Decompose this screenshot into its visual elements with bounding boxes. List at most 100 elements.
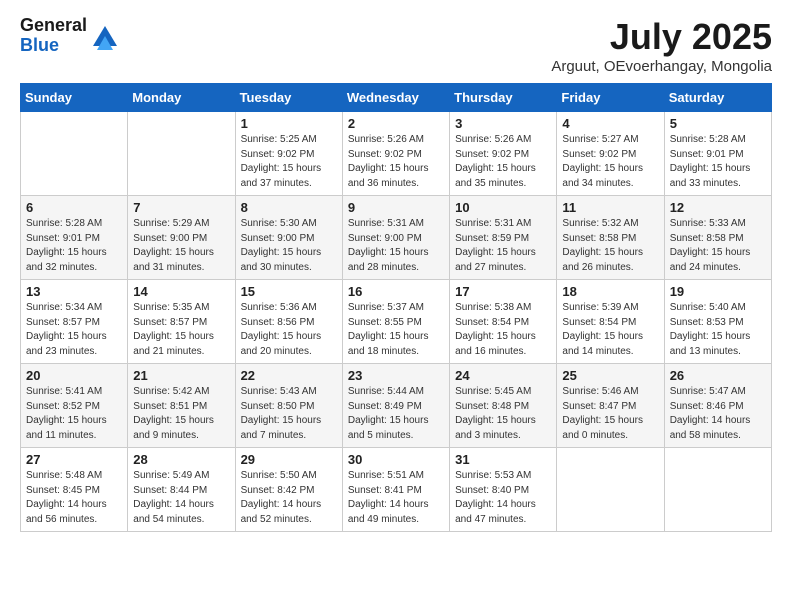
calendar-cell: 2Sunrise: 5:26 AM Sunset: 9:02 PM Daylig… xyxy=(342,112,449,196)
calendar-cell: 20 Sunrise: 5:41 AM Sunset: 8:52 PM Dayli… xyxy=(21,364,128,448)
day-number: 10 xyxy=(455,200,551,215)
logo-general: General xyxy=(20,15,87,35)
day-number: 26 xyxy=(670,368,766,383)
calendar-cell: 21 Sunrise: 5:42 AM Sunset: 8:51 PM Dayli… xyxy=(128,364,235,448)
day-number: 9 xyxy=(348,200,444,215)
day-number: 30 xyxy=(348,452,444,467)
calendar-cell: 7 Sunrise: 5:29 AM Sunset: 9:00 PM Daylig… xyxy=(128,196,235,280)
logo: General Blue xyxy=(20,16,121,56)
day-number: 28 xyxy=(133,452,229,467)
day-number: 23 xyxy=(348,368,444,383)
title-block: July 2025 Arguut, OEvoerhangay, Mongolia xyxy=(551,16,772,75)
day-number: 11 xyxy=(562,200,658,215)
day-number: 3 xyxy=(455,116,551,131)
header-friday: Friday xyxy=(557,84,664,112)
header-tuesday: Tuesday xyxy=(235,84,342,112)
calendar-cell: 6 Sunrise: 5:28 AM Sunset: 9:01 PM Daylig… xyxy=(21,196,128,280)
day-info: Sunrise: 5:46 AM Sunset: 8:47 PM Dayligh… xyxy=(562,385,658,443)
calendar-cell: 31Sunrise: 5:53 AM Sunset: 8:40 PM Dayli… xyxy=(450,448,557,532)
header-monday: Monday xyxy=(128,84,235,112)
calendar-cell: 27 Sunrise: 5:48 AM Sunset: 8:45 PM Dayli… xyxy=(21,448,128,532)
calendar-cell: 29Sunrise: 5:50 AM Sunset: 8:42 PM Dayli… xyxy=(235,448,342,532)
day-info: Sunrise: 5:31 AM Sunset: 8:59 PM Dayligh… xyxy=(455,217,551,275)
header-thursday: Thursday xyxy=(450,84,557,112)
day-info: Sunrise: 5:26 AM Sunset: 9:02 PM Dayligh… xyxy=(348,133,444,191)
calendar-cell: 24Sunrise: 5:45 AM Sunset: 8:48 PM Dayli… xyxy=(450,364,557,448)
day-info: Sunrise: 5:31 AM Sunset: 9:00 PM Dayligh… xyxy=(348,217,444,275)
header-saturday: Saturday xyxy=(664,84,771,112)
calendar-cell: 26 Sunrise: 5:47 AM Sunset: 8:46 PM Dayli… xyxy=(664,364,771,448)
calendar-cell: 4 Sunrise: 5:27 AM Sunset: 9:02 PM Daylig… xyxy=(557,112,664,196)
day-info: Sunrise: 5:44 AM Sunset: 8:49 PM Dayligh… xyxy=(348,385,444,443)
day-info: Sunrise: 5:35 AM Sunset: 8:57 PM Dayligh… xyxy=(133,301,229,359)
day-info: Sunrise: 5:32 AM Sunset: 8:58 PM Dayligh… xyxy=(562,217,658,275)
calendar-cell: 8Sunrise: 5:30 AM Sunset: 9:00 PM Daylig… xyxy=(235,196,342,280)
day-info: Sunrise: 5:51 AM Sunset: 8:41 PM Dayligh… xyxy=(348,469,444,527)
day-info: Sunrise: 5:45 AM Sunset: 8:48 PM Dayligh… xyxy=(455,385,551,443)
day-number: 20 xyxy=(26,368,122,383)
day-number: 19 xyxy=(670,284,766,299)
day-number: 22 xyxy=(241,368,337,383)
calendar-cell: 15 Sunrise: 5:36 AM Sunset: 8:56 PM Dayli… xyxy=(235,280,342,364)
month-title: July 2025 xyxy=(551,16,772,58)
day-info: Sunrise: 5:34 AM Sunset: 8:57 PM Dayligh… xyxy=(26,301,122,359)
day-info: Sunrise: 5:41 AM Sunset: 8:52 PM Dayligh… xyxy=(26,385,122,443)
day-info: Sunrise: 5:27 AM Sunset: 9:02 PM Dayligh… xyxy=(562,133,658,191)
day-info: Sunrise: 5:47 AM Sunset: 8:46 PM Dayligh… xyxy=(670,385,766,443)
calendar-cell: 10 Sunrise: 5:31 AM Sunset: 8:59 PM Dayli… xyxy=(450,196,557,280)
day-info: Sunrise: 5:48 AM Sunset: 8:45 PM Dayligh… xyxy=(26,469,122,527)
day-info: Sunrise: 5:42 AM Sunset: 8:51 PM Dayligh… xyxy=(133,385,229,443)
calendar-table: SundayMondayTuesdayWednesdayThursdayFrid… xyxy=(20,83,772,532)
calendar-cell: 28Sunrise: 5:49 AM Sunset: 8:44 PM Dayli… xyxy=(128,448,235,532)
day-number: 8 xyxy=(241,200,337,215)
calendar-body: 1Sunrise: 5:25 AM Sunset: 9:02 PM Daylig… xyxy=(21,112,772,532)
location-subtitle: Arguut, OEvoerhangay, Mongolia xyxy=(551,58,772,75)
calendar-cell: 22 Sunrise: 5:43 AM Sunset: 8:50 PM Dayli… xyxy=(235,364,342,448)
week-row-5: 27 Sunrise: 5:48 AM Sunset: 8:45 PM Dayli… xyxy=(21,448,772,532)
day-info: Sunrise: 5:50 AM Sunset: 8:42 PM Dayligh… xyxy=(241,469,337,527)
calendar-cell: 9 Sunrise: 5:31 AM Sunset: 9:00 PM Daylig… xyxy=(342,196,449,280)
day-number: 6 xyxy=(26,200,122,215)
calendar-cell: 14 Sunrise: 5:35 AM Sunset: 8:57 PM Dayli… xyxy=(128,280,235,364)
calendar-cell xyxy=(21,112,128,196)
day-info: Sunrise: 5:29 AM Sunset: 9:00 PM Dayligh… xyxy=(133,217,229,275)
day-info: Sunrise: 5:26 AM Sunset: 9:02 PM Dayligh… xyxy=(455,133,551,191)
day-info: Sunrise: 5:40 AM Sunset: 8:53 PM Dayligh… xyxy=(670,301,766,359)
calendar-cell: 12 Sunrise: 5:33 AM Sunset: 8:58 PM Dayli… xyxy=(664,196,771,280)
day-number: 4 xyxy=(562,116,658,131)
logo-blue: Blue xyxy=(20,35,59,55)
calendar-cell: 18 Sunrise: 5:39 AM Sunset: 8:54 PM Dayli… xyxy=(557,280,664,364)
calendar-cell: 1Sunrise: 5:25 AM Sunset: 9:02 PM Daylig… xyxy=(235,112,342,196)
week-row-4: 20 Sunrise: 5:41 AM Sunset: 8:52 PM Dayli… xyxy=(21,364,772,448)
day-number: 17 xyxy=(455,284,551,299)
calendar-cell xyxy=(128,112,235,196)
day-info: Sunrise: 5:53 AM Sunset: 8:40 PM Dayligh… xyxy=(455,469,551,527)
day-info: Sunrise: 5:36 AM Sunset: 8:56 PM Dayligh… xyxy=(241,301,337,359)
calendar-cell: 23 Sunrise: 5:44 AM Sunset: 8:49 PM Dayli… xyxy=(342,364,449,448)
day-number: 16 xyxy=(348,284,444,299)
calendar-cell xyxy=(664,448,771,532)
day-number: 1 xyxy=(241,116,337,131)
calendar-cell: 19 Sunrise: 5:40 AM Sunset: 8:53 PM Dayli… xyxy=(664,280,771,364)
day-info: Sunrise: 5:28 AM Sunset: 9:01 PM Dayligh… xyxy=(26,217,122,275)
calendar-cell: 30 Sunrise: 5:51 AM Sunset: 8:41 PM Dayli… xyxy=(342,448,449,532)
day-number: 18 xyxy=(562,284,658,299)
week-row-3: 13 Sunrise: 5:34 AM Sunset: 8:57 PM Dayli… xyxy=(21,280,772,364)
day-number: 14 xyxy=(133,284,229,299)
day-info: Sunrise: 5:43 AM Sunset: 8:50 PM Dayligh… xyxy=(241,385,337,443)
day-info: Sunrise: 5:39 AM Sunset: 8:54 PM Dayligh… xyxy=(562,301,658,359)
calendar-cell: 5Sunrise: 5:28 AM Sunset: 9:01 PM Daylig… xyxy=(664,112,771,196)
day-number: 25 xyxy=(562,368,658,383)
day-number: 7 xyxy=(133,200,229,215)
day-number: 12 xyxy=(670,200,766,215)
day-number: 27 xyxy=(26,452,122,467)
calendar-cell: 11 Sunrise: 5:32 AM Sunset: 8:58 PM Dayli… xyxy=(557,196,664,280)
day-number: 13 xyxy=(26,284,122,299)
calendar-cell: 25 Sunrise: 5:46 AM Sunset: 8:47 PM Dayli… xyxy=(557,364,664,448)
day-info: Sunrise: 5:33 AM Sunset: 8:58 PM Dayligh… xyxy=(670,217,766,275)
week-row-2: 6 Sunrise: 5:28 AM Sunset: 9:01 PM Daylig… xyxy=(21,196,772,280)
day-number: 15 xyxy=(241,284,337,299)
calendar-cell xyxy=(557,448,664,532)
day-number: 21 xyxy=(133,368,229,383)
logo-icon xyxy=(89,22,121,50)
